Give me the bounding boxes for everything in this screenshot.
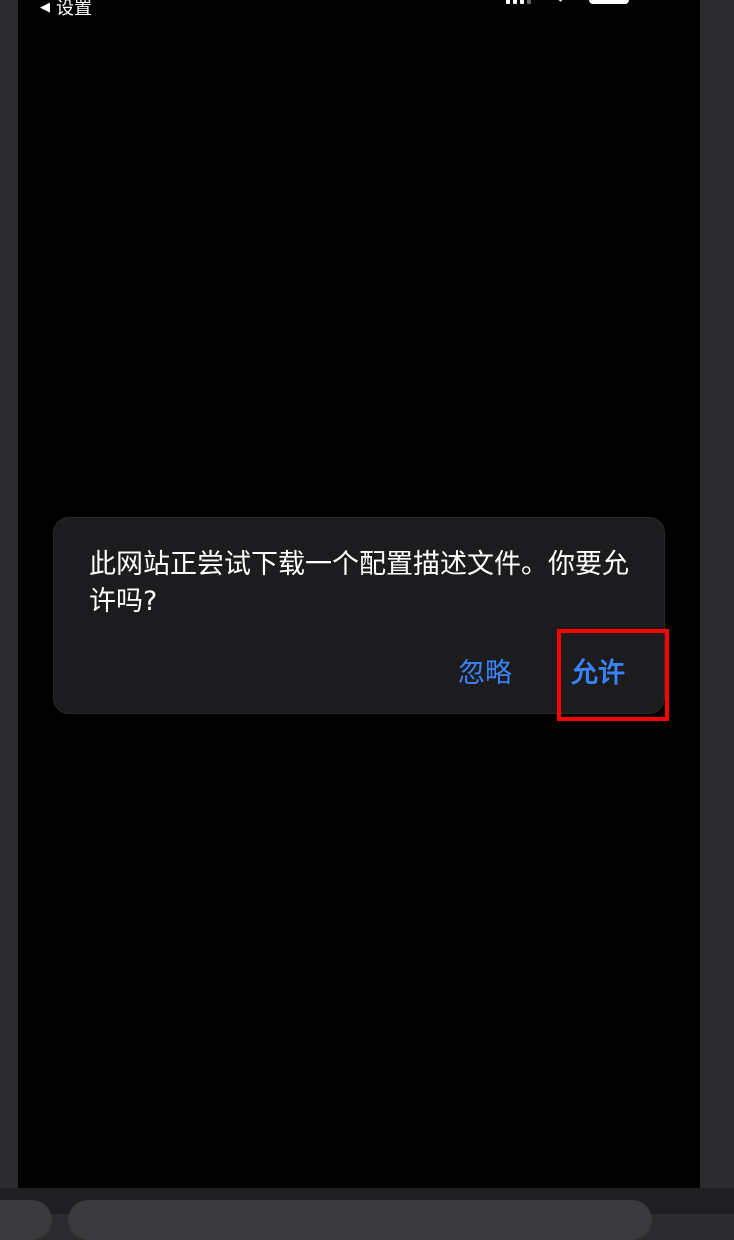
download-profile-alert: 此网站正尝试下载一个配置描述文件。你要允许吗? 忽略 允许 — [53, 517, 665, 714]
battery-icon — [589, 0, 629, 4]
back-to-settings-link[interactable]: ◀ 设置 — [40, 0, 92, 20]
toolbar-left-button[interactable] — [0, 1200, 52, 1240]
allow-button[interactable]: 允许 — [571, 651, 625, 690]
left-edge-strip — [0, 0, 18, 1214]
status-icons — [506, 0, 629, 4]
ignore-button[interactable]: 忽略 — [458, 651, 512, 690]
back-label: 设置 — [56, 0, 92, 19]
signal-icon — [506, 0, 531, 4]
wifi-icon — [553, 0, 567, 4]
alert-message: 此网站正尝试下载一个配置描述文件。你要允许吗? — [89, 549, 629, 617]
phone-screen: ◀ 设置 此网站正尝试下载一个配置描述文件。你要允许吗? 忽略 允许 — [18, 0, 700, 1188]
left-triangle-icon: ◀ — [40, 0, 50, 15]
right-edge-strip — [700, 0, 734, 1214]
address-bar[interactable] — [68, 1200, 652, 1240]
